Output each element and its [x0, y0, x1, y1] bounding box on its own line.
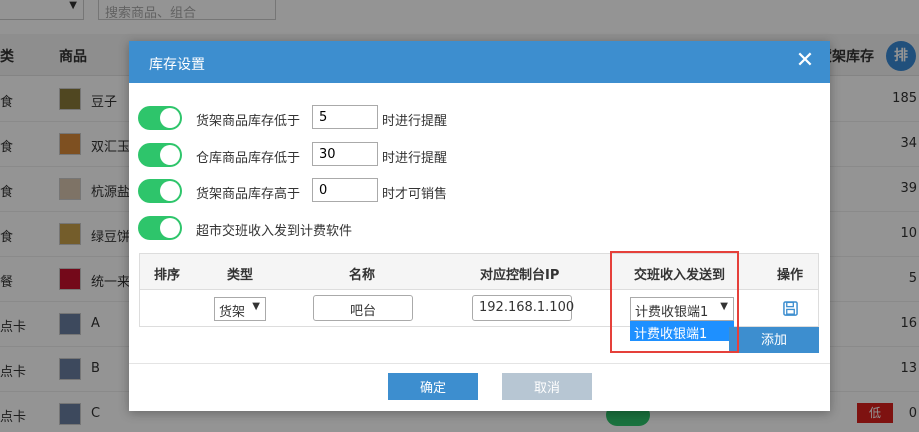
setting-suffix: 时进行提醒 [382, 151, 448, 166]
column-ip: 对应控制台IP [480, 268, 560, 283]
setting-label: 货架商品库存高于 [196, 187, 301, 202]
add-button[interactable]: 添加 [729, 327, 819, 353]
toggle-knob [160, 145, 180, 165]
setting-suffix: 时才可销售 [382, 187, 448, 202]
toggle-knob [160, 218, 180, 238]
type-select[interactable]: 货架 ▼ [214, 297, 266, 321]
ip-input[interactable]: 192.168.1.100 [472, 295, 574, 321]
highlight-box [610, 251, 739, 353]
type-select-value: 货架 [219, 305, 246, 320]
column-type: 类型 [227, 268, 254, 283]
toggle-shelf-high[interactable] [138, 179, 182, 203]
chevron-down-icon: ▼ [252, 301, 260, 312]
shelf-high-threshold-input[interactable] [312, 178, 378, 202]
warehouse-low-threshold-input[interactable] [312, 142, 378, 166]
toggle-warehouse-low[interactable] [138, 143, 182, 167]
name-input[interactable]: 吧台 [313, 295, 413, 321]
close-icon[interactable]: ✕ [794, 50, 816, 72]
cancel-button[interactable]: 取消 [502, 373, 592, 400]
toggle-knob [160, 108, 180, 128]
setting-label: 货架商品库存低于 [196, 114, 301, 129]
dialog-title: 库存设置 [149, 57, 205, 73]
save-icon[interactable] [783, 301, 798, 316]
column-action: 操作 [777, 268, 804, 283]
dialog-footer: 确定 取消 [129, 363, 830, 411]
setting-label: 仓库商品库存低于 [196, 151, 301, 166]
toggle-send-income[interactable] [138, 216, 182, 240]
setting-label: 超市交班收入发到计费软件 [196, 224, 353, 239]
dialog-title-bar: 库存设置 ✕ [129, 41, 830, 83]
setting-suffix: 时进行提醒 [382, 114, 448, 129]
column-order: 排序 [154, 268, 181, 283]
shelf-low-threshold-input[interactable] [312, 105, 378, 129]
toggle-knob [160, 181, 180, 201]
column-name: 名称 [349, 268, 376, 283]
toggle-shelf-low[interactable] [138, 106, 182, 130]
confirm-button[interactable]: 确定 [388, 373, 478, 400]
stock-settings-dialog: 库存设置 ✕ 货架商品库存低于 时进行提醒 仓库商品库存低于 时进行提醒 货架商… [129, 41, 830, 411]
